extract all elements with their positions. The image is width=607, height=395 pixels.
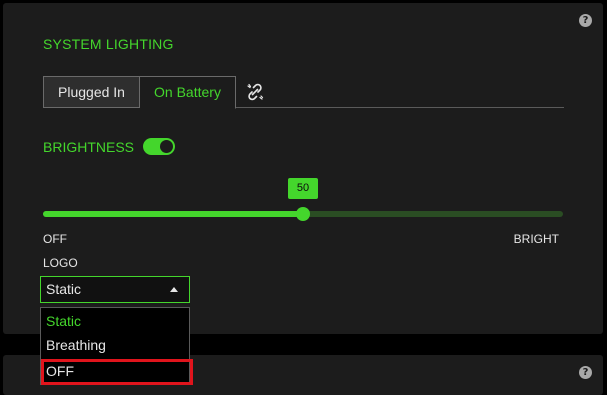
tab-on-battery[interactable]: On Battery <box>140 76 236 109</box>
slider-handle[interactable] <box>296 207 310 221</box>
option-breathing[interactable]: Breathing <box>41 333 189 357</box>
power-mode-tabs: Plugged In On Battery <box>43 76 564 109</box>
brightness-toggle[interactable] <box>143 138 175 155</box>
logo-effect-dropdown[interactable]: Static <box>40 276 190 303</box>
dropdown-selected-value: Static <box>46 281 82 297</box>
help-icon[interactable]: ? <box>579 14 592 27</box>
caret-up-icon <box>170 287 178 292</box>
tab-plugged-in[interactable]: Plugged In <box>43 76 140 108</box>
slider-max-label: BRIGHT <box>513 232 559 246</box>
unlink-icon[interactable] <box>246 83 264 101</box>
help-icon[interactable]: ? <box>579 366 592 379</box>
logo-label: LOGO <box>43 256 78 270</box>
brightness-slider[interactable] <box>43 207 563 221</box>
slider-value-badge: 50 <box>288 178 318 199</box>
brightness-label: BRIGHTNESS <box>43 139 135 155</box>
option-off[interactable]: OFF <box>41 359 189 383</box>
section-title: SYSTEM LIGHTING <box>43 36 174 52</box>
option-static[interactable]: Static <box>41 309 189 333</box>
slider-min-label: OFF <box>43 232 67 246</box>
logo-effect-menu: Static Breathing OFF <box>40 307 190 385</box>
slider-fill <box>43 211 303 217</box>
toggle-knob <box>160 140 173 153</box>
